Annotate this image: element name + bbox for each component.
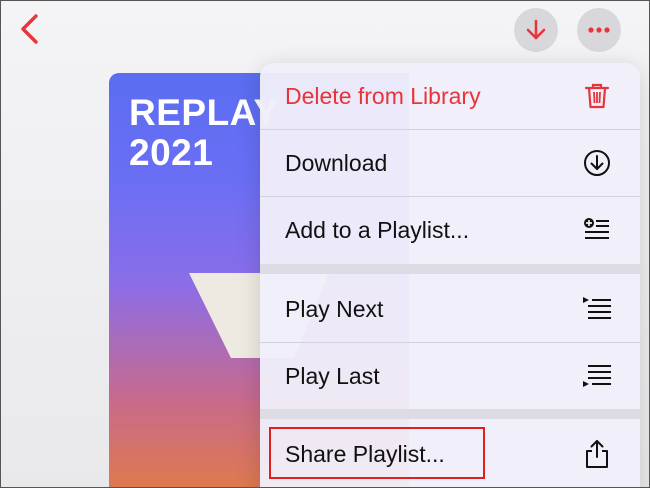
menu-item-label: Add to a Playlist... [285,216,470,243]
menu-item-label: Delete from Library [285,82,481,109]
menu-item-label: Download [285,149,388,176]
more-options-button[interactable] [577,8,621,52]
play-last-icon [582,361,612,391]
arrow-down-icon [526,19,546,40]
add-to-playlist-item[interactable]: Add to a Playlist... [260,197,640,263]
menu-group-separator [260,409,640,419]
play-next-icon [582,294,612,324]
highlight-annotation [269,427,485,479]
delete-from-library-item[interactable]: Delete from Library [260,63,640,129]
artwork-title: REPLAY 2021 [129,92,279,173]
play-next-item[interactable]: Play Next [260,276,640,342]
play-last-item[interactable]: Play Last [260,343,640,409]
menu-item-label: Play Next [285,295,384,322]
trash-icon [582,81,612,111]
share-icon [582,439,612,469]
context-menu: Delete from Library Download Add to a Pl… [260,63,640,487]
download-button[interactable] [514,8,558,52]
menu-group-separator [260,264,640,274]
add-to-playlist-icon [582,215,612,245]
menu-item-label: Play Last [285,362,380,389]
chevron-left-icon [21,14,38,44]
download-circle-icon [582,148,612,178]
ellipsis-icon [588,27,610,33]
music-app-screen: REPLAY 2021 Delete from Library Download [0,0,650,488]
back-button[interactable] [11,9,47,49]
download-item[interactable]: Download [260,130,640,196]
